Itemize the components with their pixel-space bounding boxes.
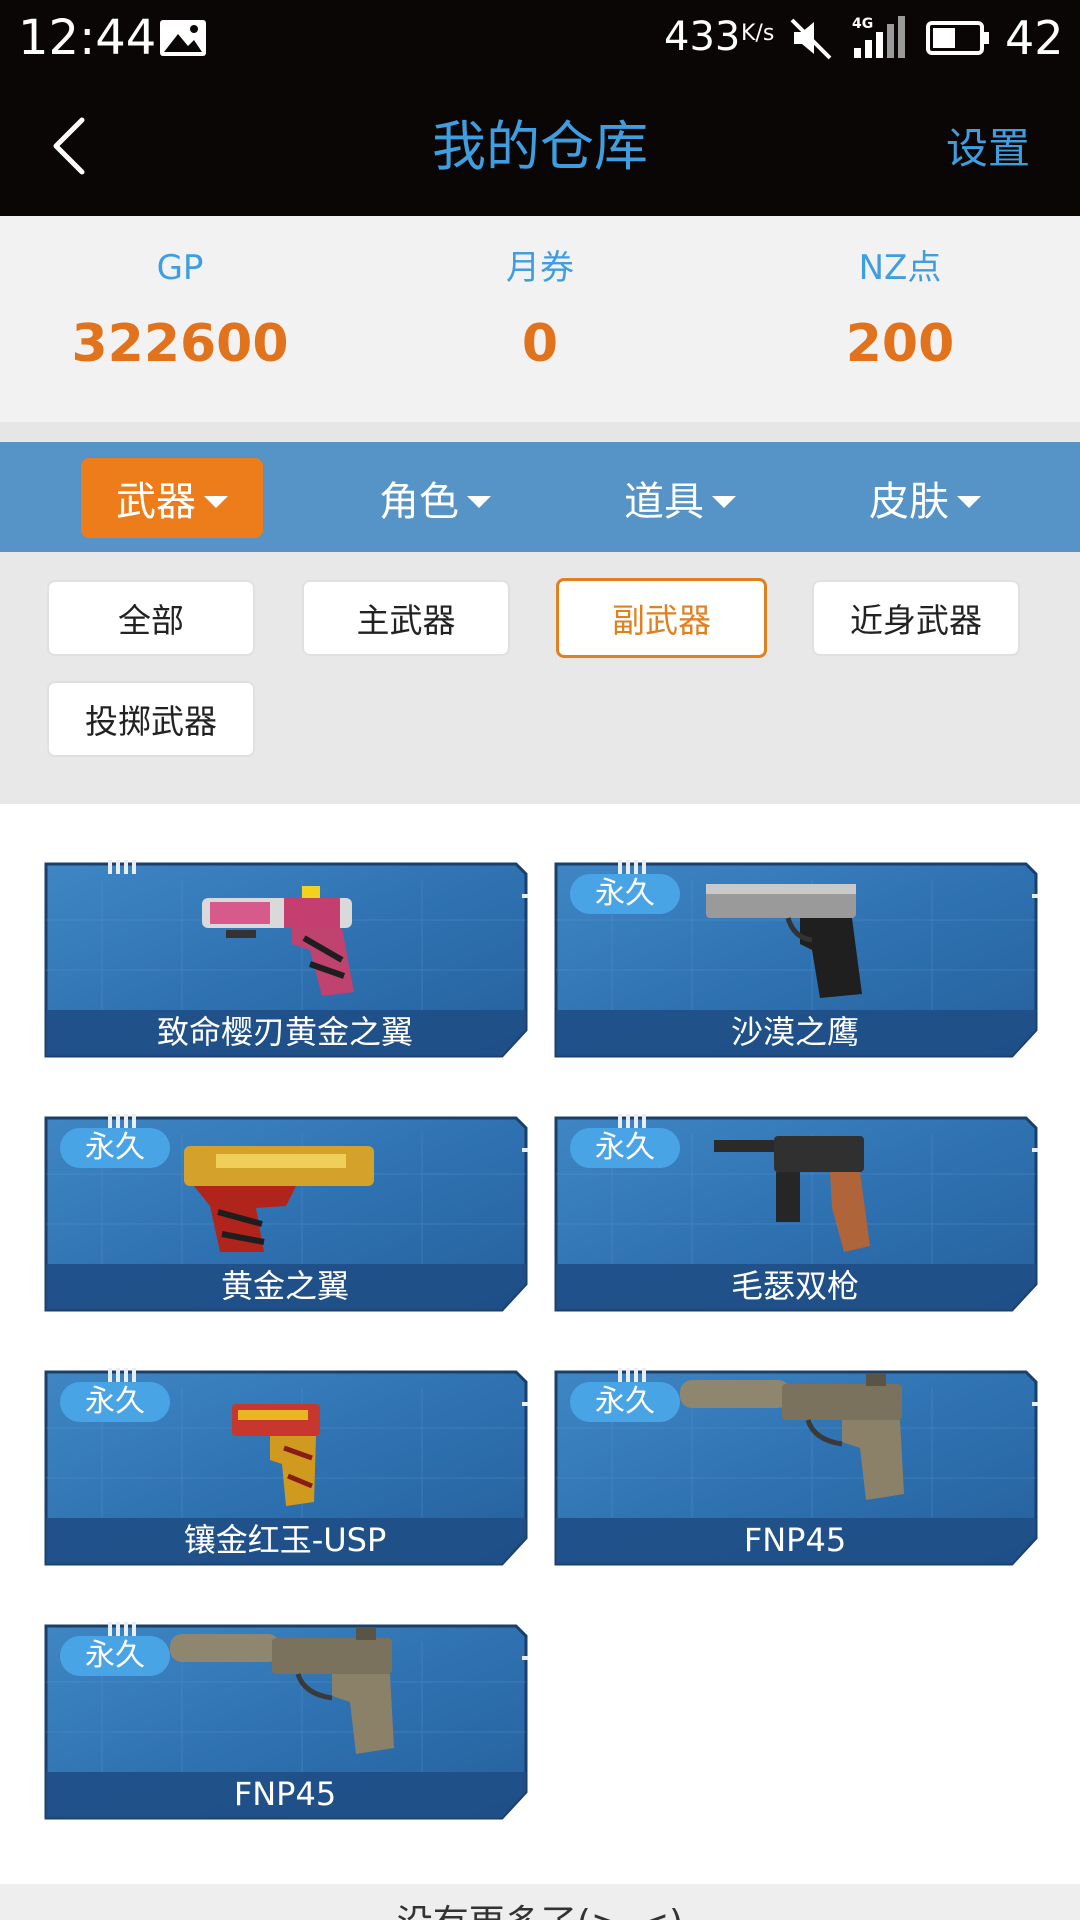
- category-tabs: 武器 角色 道具 皮肤: [0, 442, 1080, 552]
- tab-skins[interactable]: 皮肤: [834, 458, 1016, 538]
- fnp45-pistol-icon: [170, 1628, 394, 1754]
- currency-nz-points: NZ点 200: [720, 216, 1080, 422]
- currency-label: GP: [156, 248, 204, 288]
- chevron-down-icon: [712, 496, 736, 508]
- currency-value: 200: [845, 314, 955, 374]
- inventory-grid: 致命樱刃黄金之翼 永久 沙漠之鹰 永久 黄金之翼 永久 毛瑟双枪 永久 镶金红玉…: [0, 804, 1080, 1884]
- currency-value: 0: [521, 314, 559, 374]
- tab-characters[interactable]: 角色: [344, 458, 526, 538]
- tab-weapons[interactable]: 武器: [81, 458, 263, 538]
- permanent-badge: 永久: [60, 1382, 170, 1422]
- permanent-badge: 永久: [570, 874, 680, 914]
- no-more-text: 没有更多了(>_<): [0, 1902, 1080, 1920]
- currency-panel: GP 322600 月券 0 NZ点 200: [0, 216, 1080, 422]
- currency-gp: GP 322600: [0, 216, 360, 422]
- chevron-down-icon: [467, 496, 491, 508]
- tab-label: 皮肤: [869, 479, 949, 525]
- currency-value: 322600: [71, 314, 289, 374]
- mauser-pistol-icon: [714, 1136, 870, 1252]
- inventory-item-card[interactable]: 永久 FNP45: [42, 1622, 528, 1820]
- currency-label: 月券: [506, 248, 574, 288]
- inventory-item-card[interactable]: 永久 毛瑟双枪: [552, 1114, 1038, 1312]
- signal-4g-icon: 4G: [852, 16, 905, 58]
- svg-text:4G: 4G: [852, 16, 873, 32]
- item-name: 黄金之翼: [220, 1267, 349, 1305]
- currency-voucher: 月券 0: [360, 216, 720, 422]
- permanent-badge: 永久: [570, 1382, 680, 1422]
- mute-icon: [790, 18, 832, 60]
- gallery-icon: [160, 20, 206, 56]
- status-time: 12:44: [18, 10, 157, 66]
- filter-melee[interactable]: 近身武器: [812, 580, 1020, 656]
- list-footer: 没有更多了(>_<): [0, 1884, 1080, 1920]
- chevron-down-icon: [204, 496, 228, 508]
- app-header: 我的仓库 设置: [0, 76, 1080, 216]
- item-name: 镶金红玉-USP: [183, 1521, 387, 1559]
- page-title: 我的仓库: [432, 115, 648, 178]
- tab-label: 武器: [116, 479, 196, 525]
- golden-wing-pistol-icon: [184, 1146, 374, 1252]
- settings-button[interactable]: 设置: [946, 122, 1030, 176]
- permanent-badge: 永久: [60, 1636, 170, 1676]
- item-name: FNP45: [743, 1521, 847, 1559]
- weapon-filter-panel: 全部 主武器 副武器 近身武器 投掷武器: [0, 552, 1080, 804]
- item-name: 致命樱刃黄金之翼: [156, 1013, 413, 1051]
- divider: [0, 422, 1080, 442]
- item-name: FNP45: [233, 1775, 337, 1813]
- inventory-item-card[interactable]: 致命樱刃黄金之翼: [42, 860, 528, 1058]
- inventory-item-card[interactable]: 永久 FNP45: [552, 1368, 1038, 1566]
- usp-pistol-icon: [232, 1404, 320, 1506]
- filter-primary[interactable]: 主武器: [302, 580, 510, 656]
- filter-secondary[interactable]: 副武器: [556, 578, 767, 658]
- chevron-down-icon: [957, 496, 981, 508]
- net-speed: 433: [664, 14, 741, 60]
- battery-icon: [926, 21, 989, 55]
- tab-label: 角色: [379, 479, 459, 525]
- filter-all[interactable]: 全部: [47, 580, 255, 656]
- tab-label: 道具: [624, 479, 704, 525]
- permanent-badge: 永久: [60, 1128, 170, 1168]
- fnp45-pistol-icon: [680, 1374, 904, 1500]
- net-speed-unit: K/s: [741, 21, 775, 46]
- item-name: 毛瑟双枪: [730, 1267, 859, 1305]
- pink-gold-pistol-icon: [202, 886, 354, 996]
- inventory-item-card[interactable]: 永久 黄金之翼: [42, 1114, 528, 1312]
- status-bar: 12:44 433 K/s 4G 42: [0, 0, 1080, 76]
- inventory-item-card[interactable]: 永久 沙漠之鹰: [552, 860, 1038, 1058]
- permanent-badge: 永久: [570, 1128, 680, 1168]
- filter-throwable[interactable]: 投掷武器: [47, 681, 255, 757]
- tab-items[interactable]: 道具: [589, 458, 771, 538]
- battery-level: 42: [1005, 11, 1064, 65]
- currency-label: NZ点: [858, 248, 942, 288]
- desert-eagle-icon: [706, 884, 862, 998]
- inventory-item-card[interactable]: 永久 镶金红玉-USP: [42, 1368, 528, 1566]
- item-name: 沙漠之鹰: [730, 1013, 859, 1051]
